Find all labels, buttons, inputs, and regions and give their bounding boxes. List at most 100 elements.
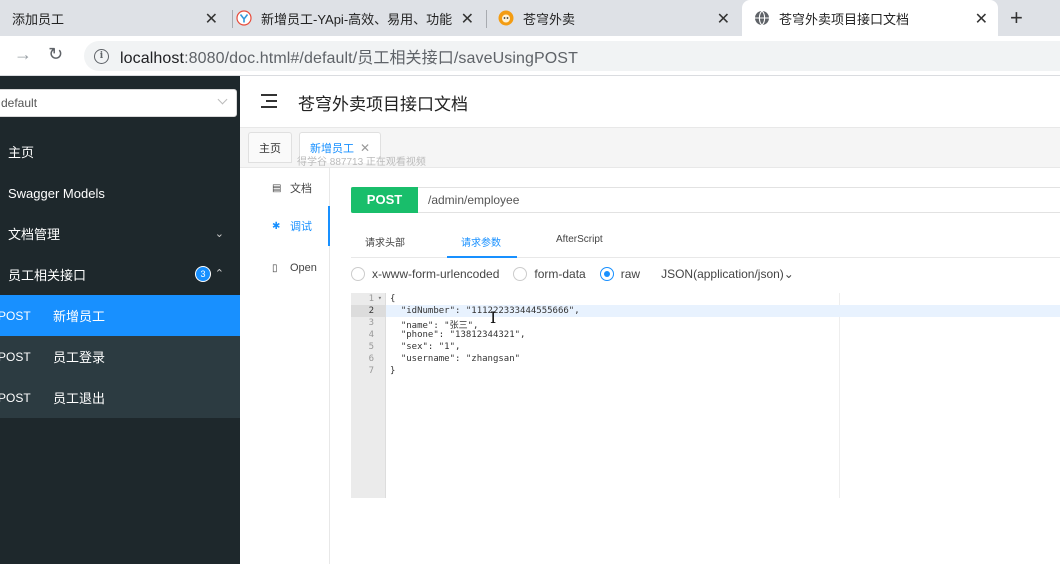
code-line: "username": "zhangsan" bbox=[390, 354, 521, 364]
line-number: 3 bbox=[368, 318, 374, 328]
radio-circle[interactable] bbox=[599, 267, 614, 281]
request-path-input[interactable]: /admin/employee bbox=[428, 193, 519, 207]
tab-doc[interactable]: ▤ 文档 bbox=[240, 168, 330, 208]
tab-after-script[interactable]: AfterScript bbox=[556, 234, 603, 245]
content-type-select[interactable]: JSON(application/json)⌄ bbox=[661, 267, 794, 281]
chevron-down-icon: ⌄ bbox=[214, 228, 224, 240]
watermark: 得学谷 887713 正在观看视频 bbox=[297, 157, 426, 168]
request-tabs: 请求头部 请求参数 AfterScript bbox=[351, 226, 1060, 258]
tab-label: 主页 bbox=[259, 142, 281, 155]
sidebar-item-label: 员工相关接口 bbox=[8, 268, 87, 283]
fold-arrow-icon[interactable]: ▾ bbox=[378, 294, 382, 302]
radio-circle[interactable] bbox=[351, 267, 365, 281]
line-number: 6 bbox=[368, 354, 374, 364]
tab-separator bbox=[486, 10, 487, 28]
close-icon[interactable]: ✕ bbox=[461, 9, 474, 29]
sidebar-item-label: 文档管理 bbox=[8, 227, 61, 242]
line-number: 2 bbox=[368, 306, 374, 316]
code-line: } bbox=[390, 366, 396, 376]
tab-home[interactable]: 主页 bbox=[248, 132, 292, 163]
line-number: 5 bbox=[368, 342, 374, 352]
browser-tab-yapi[interactable]: 新增员工-YApi-高效、易用、功能 ✕ bbox=[236, 0, 486, 36]
line-number-gutter: 1 ▾ 2 3 4 5 6 7 bbox=[351, 293, 386, 498]
reload-icon[interactable]: ↻ bbox=[48, 44, 63, 65]
document-icon: ▤ bbox=[272, 182, 282, 194]
content-type-value: JSON(application/json) bbox=[661, 267, 784, 281]
tab-separator bbox=[232, 10, 233, 28]
body-type-radios: x-www-form-urlencoded form-data raw JSON… bbox=[351, 265, 794, 283]
browser-tab-add-employee[interactable]: 添加员工 ✕ bbox=[0, 0, 228, 36]
line-number: 7 bbox=[368, 366, 374, 376]
cangqiong-favicon-icon bbox=[498, 10, 514, 26]
radio-circle[interactable] bbox=[513, 267, 528, 281]
tab-title: 新增员工-YApi-高效、易用、功能 bbox=[261, 11, 453, 27]
tab-request-params[interactable]: 请求参数 bbox=[461, 234, 501, 249]
tab-title: 苍穹外卖项目接口文档 bbox=[779, 11, 910, 27]
browser-tab-cangqiong[interactable]: 苍穹外卖 ✕ bbox=[490, 0, 740, 36]
chevron-down-icon: ⌄ bbox=[783, 267, 794, 281]
info-icon[interactable]: i bbox=[94, 48, 109, 64]
close-icon[interactable]: ✕ bbox=[975, 9, 988, 29]
sidebar-item-employee-api[interactable]: 员工相关接口 3 ⌃ bbox=[0, 254, 240, 295]
close-icon[interactable]: ✕ bbox=[205, 9, 218, 29]
close-icon[interactable]: ✕ bbox=[717, 9, 730, 29]
tab-title: 苍穹外卖 bbox=[523, 11, 576, 27]
api-item-add-employee[interactable]: POST 新增员工 bbox=[0, 295, 240, 336]
code-line: "idNumber": "111222333444555666", bbox=[390, 306, 580, 316]
view-side-tabs: ▤ 文档 ✱ 调试 ▯ Open bbox=[240, 168, 330, 564]
url-omnibox[interactable]: i localhost:8080/doc.html#/default/员工相关接… bbox=[84, 41, 1060, 71]
yapi-favicon-icon bbox=[236, 10, 252, 26]
tab-title: 添加员工 bbox=[12, 11, 65, 27]
code-line: { bbox=[390, 294, 396, 304]
sidebar-item-home[interactable]: 主页 bbox=[0, 131, 240, 172]
api-item-employee-logout[interactable]: POST 员工退出 bbox=[0, 377, 240, 418]
menu-toggle-icon[interactable] bbox=[261, 94, 277, 108]
tab-request-headers[interactable]: 请求头部 bbox=[365, 234, 405, 249]
radio-form-urlencoded[interactable]: x-www-form-urlencoded bbox=[351, 267, 499, 281]
browser-tab-bar: 添加员工 ✕ 新增员工-YApi-高效、易用、功能 ✕ 苍穹外卖 ✕ 苍穹外卖项… bbox=[0, 0, 1060, 36]
radio-form-data[interactable]: form-data bbox=[513, 267, 586, 281]
tab-label: 调试 bbox=[290, 221, 312, 233]
radio-label: form-data bbox=[534, 267, 586, 281]
count-badge: 3 bbox=[196, 267, 210, 281]
sidebar-item-swagger-models[interactable]: Swagger Models bbox=[0, 173, 240, 214]
tab-debug[interactable]: ✱ 调试 bbox=[240, 206, 330, 246]
group-select-value: default bbox=[1, 96, 38, 110]
line-number: 4 bbox=[368, 330, 374, 340]
send-post-button[interactable]: POST bbox=[351, 186, 418, 213]
sidebar-item-label: 主页 bbox=[8, 145, 35, 160]
code-line: "phone": "13812344321", bbox=[390, 330, 526, 340]
new-tab-button[interactable]: + bbox=[1010, 5, 1023, 31]
bug-icon: ✱ bbox=[272, 220, 281, 232]
forward-arrow-icon[interactable]: → bbox=[14, 44, 32, 65]
api-method: POST bbox=[0, 390, 31, 405]
api-item-employee-login[interactable]: POST 员工登录 bbox=[0, 336, 240, 377]
text-cursor-icon: I bbox=[490, 308, 497, 327]
line-number: 1 bbox=[368, 294, 374, 304]
api-method: POST bbox=[0, 308, 31, 323]
active-tab-indicator bbox=[447, 256, 517, 258]
code-line: "sex": "1", bbox=[390, 342, 461, 352]
chevron-up-icon: ⌃ bbox=[214, 268, 224, 280]
address-bar: → ↻ i localhost:8080/doc.html#/default/员… bbox=[0, 36, 1060, 76]
api-name: 新增员工 bbox=[53, 309, 106, 324]
sidebar: default 主页 Swagger Models 文档管理 ⌄ 员工相关接口 … bbox=[0, 76, 240, 564]
page-header: 苍穹外卖项目接口文档 bbox=[240, 76, 1060, 128]
file-icon: ▯ bbox=[272, 262, 278, 274]
radio-label: raw bbox=[620, 267, 641, 281]
url-text[interactable]: localhost:8080/doc.html#/default/员工相关接口/… bbox=[120, 44, 578, 68]
url-path: :8080/doc.html#/default/员工相关接口/saveUsing… bbox=[184, 50, 578, 67]
page-title: 苍穹外卖项目接口文档 bbox=[298, 95, 468, 114]
api-name: 员工退出 bbox=[53, 391, 106, 406]
sidebar-item-doc-management[interactable]: 文档管理 ⌄ bbox=[0, 213, 240, 254]
group-select[interactable]: default bbox=[0, 89, 237, 117]
radio-raw[interactable]: raw bbox=[599, 267, 641, 281]
request-bar: POST /admin/employee bbox=[351, 186, 1060, 213]
tab-open[interactable]: ▯ Open bbox=[240, 248, 330, 288]
api-method: POST bbox=[0, 349, 31, 364]
json-body-editor[interactable]: 1 ▾ 2 3 4 5 6 7 { "idNumber": "111222333… bbox=[351, 293, 1060, 498]
url-host: localhost bbox=[120, 50, 185, 67]
sidebar-item-label: Swagger Models bbox=[8, 186, 105, 201]
globe-icon bbox=[754, 10, 770, 26]
browser-tab-api-doc[interactable]: 苍穹外卖项目接口文档 ✕ bbox=[742, 0, 998, 36]
